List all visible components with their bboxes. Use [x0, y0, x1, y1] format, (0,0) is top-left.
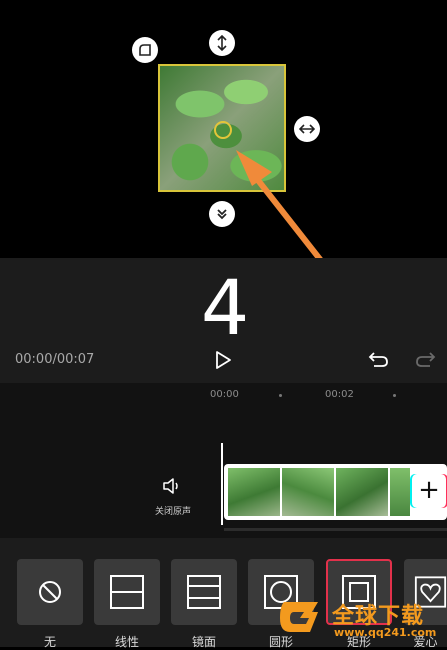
- clip-thumbnail: [336, 468, 388, 516]
- watermark-logo-icon: [280, 602, 318, 632]
- play-button[interactable]: [212, 349, 234, 371]
- play-icon: [216, 351, 231, 369]
- add-clip-button[interactable]: +: [412, 474, 446, 508]
- playhead[interactable]: [221, 443, 223, 525]
- annotation-arrow: [236, 150, 333, 275]
- mask-option-label: 线性: [114, 635, 139, 649]
- none-icon: [39, 581, 61, 603]
- step-number: 4: [200, 263, 250, 352]
- mask-option-label: 镜面: [191, 635, 216, 649]
- undo-button[interactable]: [368, 349, 390, 369]
- mute-audio-button[interactable]: [161, 476, 183, 496]
- speaker-icon: [163, 478, 178, 494]
- redo-button[interactable]: [414, 349, 436, 369]
- ruler-tick-label: 00:00: [210, 389, 239, 400]
- undo-icon: [368, 352, 388, 367]
- mirror-mask-icon: [187, 575, 221, 609]
- mask-option-label: 无: [43, 635, 56, 649]
- mask-option-linear[interactable]: [94, 559, 160, 625]
- mask-option-mirror[interactable]: [171, 559, 237, 625]
- clip-thumbnail: [390, 468, 410, 516]
- ruler-tick-label: 00:02: [325, 389, 354, 400]
- audio-track: [224, 528, 447, 531]
- linear-mask-icon: [110, 575, 144, 609]
- watermark-url: www.qq241.com: [334, 626, 437, 639]
- clip-thumbnail: [228, 468, 280, 516]
- timecode: 00:00/00:07: [15, 352, 95, 367]
- mute-audio-label: 关闭原声: [154, 507, 191, 517]
- ruler-dot: [279, 394, 282, 397]
- clip-thumbnail: [282, 468, 334, 516]
- redo-icon: [416, 352, 436, 367]
- ruler-dot: [393, 394, 396, 397]
- mask-option-none[interactable]: [17, 559, 83, 625]
